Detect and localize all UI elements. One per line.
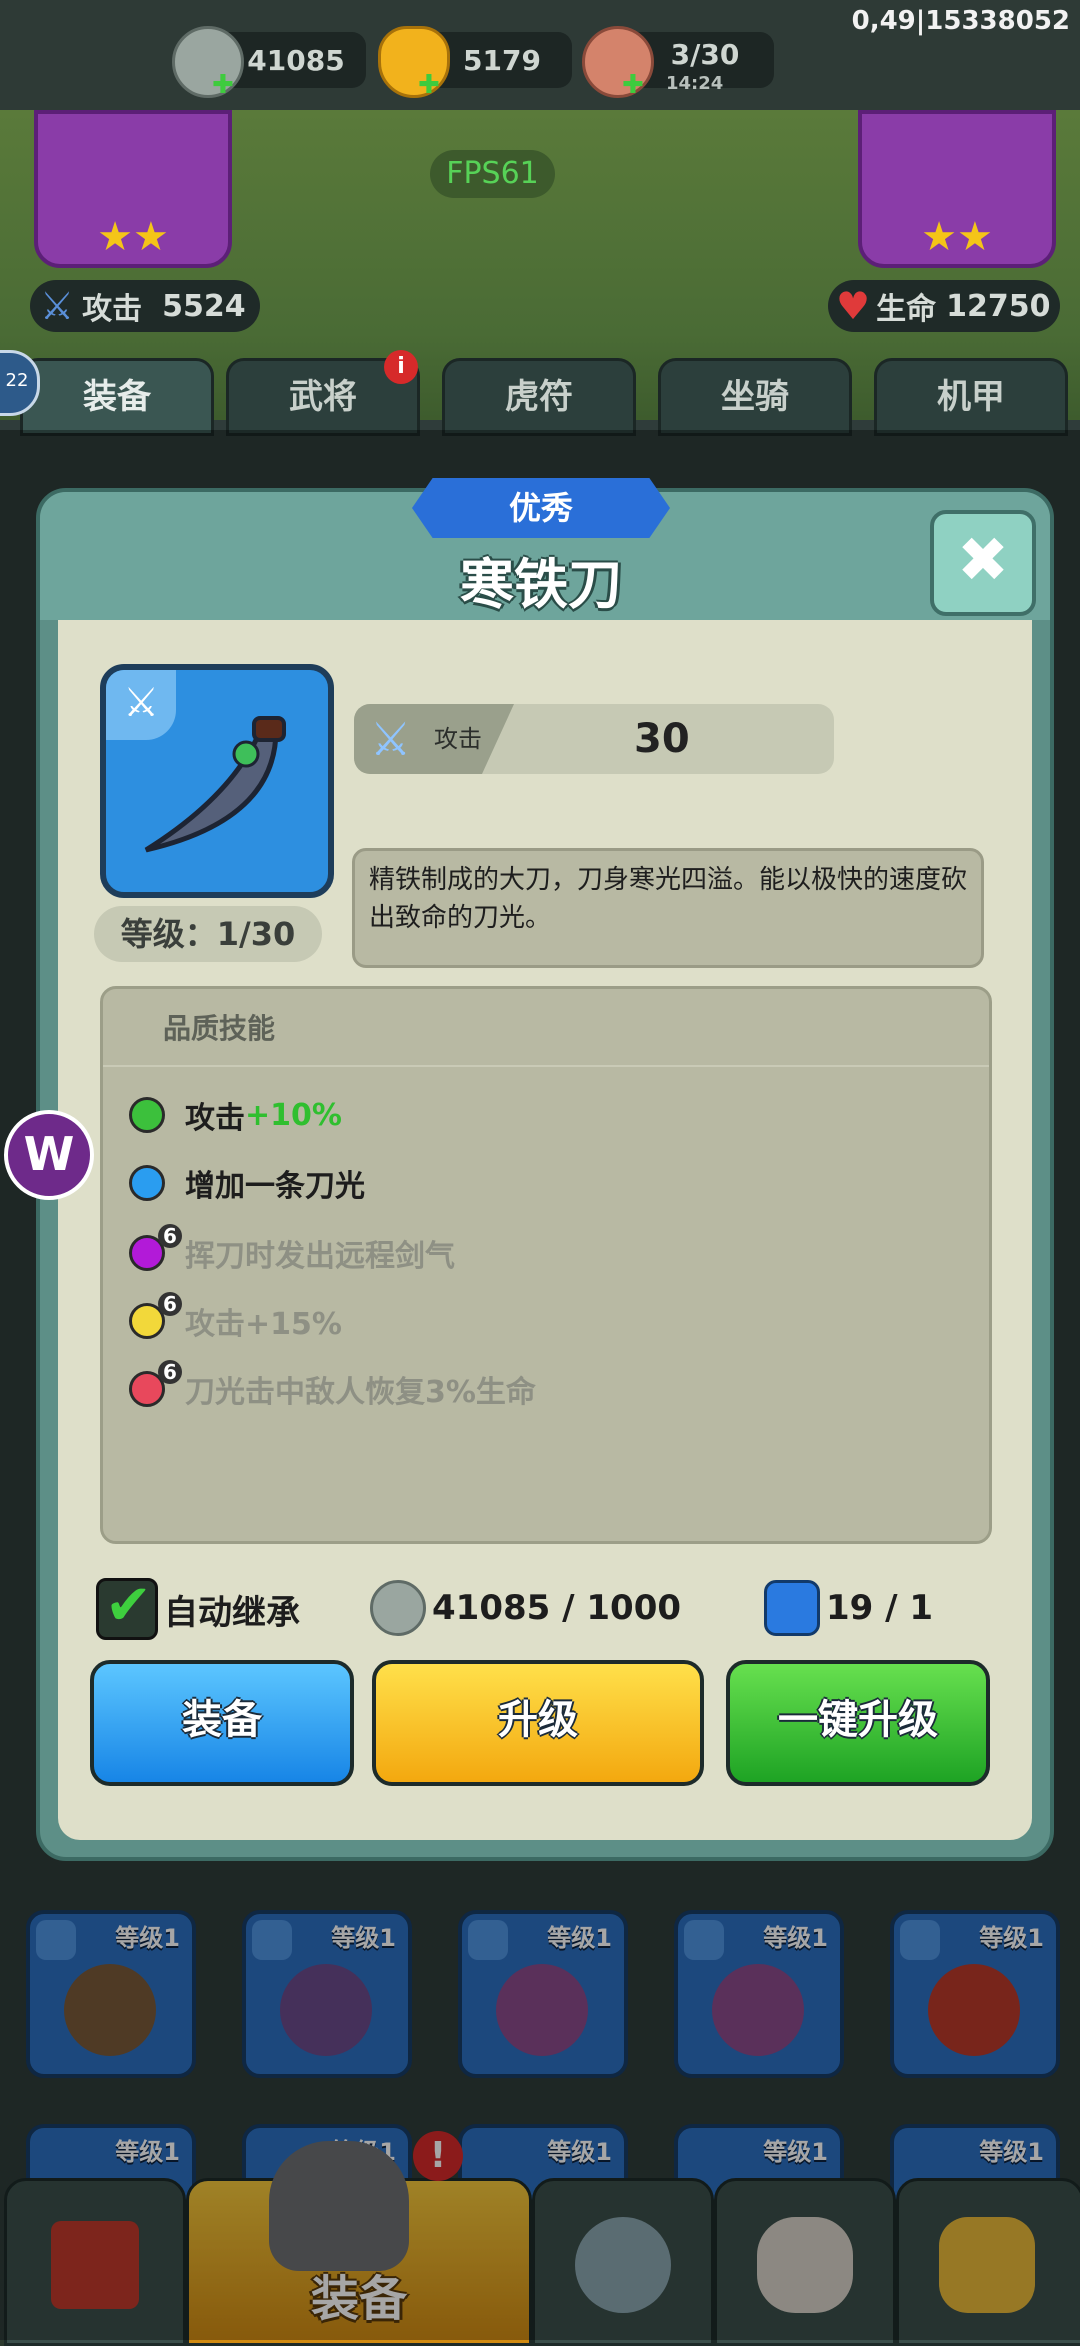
silver-resource[interactable]: ✚ 41085: [172, 26, 366, 100]
item-description: 精铁制成的大刀，刀身寒光四溢。能以极快的速度砍出致命的刀光。: [352, 848, 984, 968]
tab-mount[interactable]: 坐骑: [658, 358, 852, 436]
upgrade-stone-icon: [764, 1580, 820, 1636]
item-title: 寒铁刀: [460, 553, 622, 616]
skill-row: 增加一条刀光: [129, 1159, 365, 1207]
skill-row: 攻击 +10%: [129, 1091, 342, 1139]
tab-mecha[interactable]: 机甲: [874, 358, 1068, 436]
close-icon: ✖: [957, 523, 1009, 596]
equipment-portrait-right[interactable]: ★★: [858, 110, 1056, 268]
skill-row-locked: 6 刀光击中敌人恢复3%生命: [129, 1360, 536, 1413]
floating-assistant-button[interactable]: W: [4, 1110, 94, 1200]
one-click-upgrade-button[interactable]: 一键升级: [726, 1660, 990, 1786]
auto-inherit-checkbox[interactable]: [96, 1573, 158, 1640]
category-tabs: 装备 武将 虎符 坐骑 机甲 i: [20, 350, 1080, 436]
auto-inherit-toggle[interactable]: 自动继承: [96, 1573, 300, 1640]
skill-dot-icon: [129, 1097, 165, 1133]
quality-badge: 优秀: [412, 478, 670, 538]
upgrade-button[interactable]: 升级: [372, 1660, 704, 1786]
tab-notification-badge: i: [384, 350, 418, 384]
life-stat: ♥ 生命 12750: [828, 280, 1060, 332]
star-rating-icon: ★★: [921, 214, 993, 260]
debug-readout: 0,49|15338052: [851, 6, 1070, 36]
attack-stat-bar: ⚔ 攻击 30: [354, 704, 834, 774]
skill-row-locked: 6 攻击+15%: [129, 1292, 342, 1345]
tab-equipment[interactable]: 装备: [20, 358, 214, 436]
quality-skills-panel: 品质技能 攻击 +10% 增加一条刀光 6 挥刀时发出远程剑气 6 攻击+15% …: [100, 986, 992, 1544]
skill-dot-icon: 6: [129, 1292, 182, 1339]
close-button[interactable]: ✖: [930, 510, 1036, 616]
plus-icon[interactable]: ✚: [418, 70, 440, 100]
divider: [103, 1065, 989, 1067]
stamina-resource[interactable]: ✚ 3/30 14:24: [582, 26, 774, 100]
sword-icon: ⚔: [370, 712, 412, 766]
plus-icon[interactable]: ✚: [212, 70, 234, 100]
equip-button[interactable]: 装备: [90, 1660, 354, 1786]
star-rating-icon: ★★: [97, 214, 169, 260]
plus-icon[interactable]: ✚: [622, 70, 644, 100]
silver-coin-icon: [370, 1580, 426, 1636]
attack-stat: ⚔ 攻击 5524: [30, 280, 260, 332]
stone-cost: 19 / 1: [764, 1580, 933, 1636]
heart-icon: ♥: [836, 284, 871, 328]
skill-row-locked: 6 挥刀时发出远程剑气: [129, 1224, 455, 1277]
skill-dot-icon: 6: [129, 1360, 182, 1407]
sword-icon: ⚔: [40, 284, 75, 328]
tab-tiger-seal[interactable]: 虎符: [442, 358, 636, 436]
item-level: 等级：1/30: [94, 906, 322, 962]
skill-dot-icon: [129, 1165, 165, 1201]
sabre-icon: [144, 716, 286, 853]
stamina-timer: 14:24: [666, 73, 724, 94]
coin-cost: 41085 / 1000: [370, 1580, 681, 1636]
item-icon: ⚔: [100, 664, 334, 898]
gold-resource[interactable]: ✚ 5179: [378, 26, 572, 100]
hero-portrait-left[interactable]: ★★: [34, 110, 232, 268]
skills-title: 品质技能: [163, 1012, 276, 1045]
skill-dot-icon: 6: [129, 1224, 182, 1271]
fps-indicator: FPS61: [430, 150, 555, 198]
